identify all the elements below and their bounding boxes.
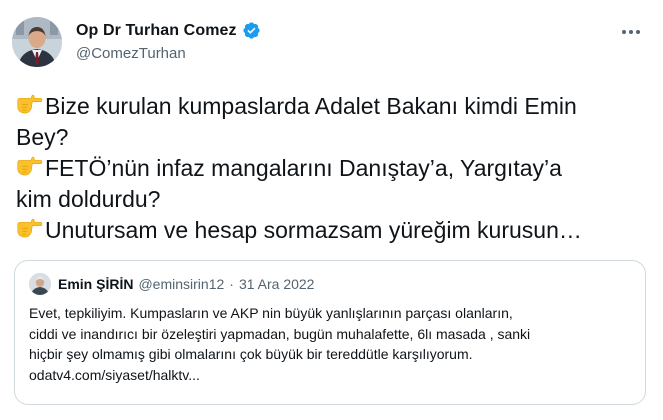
quoted-author-name[interactable]: Emin ŞİRİN [58,276,133,292]
author-display-name[interactable]: Op Dr Turhan Comez [76,22,237,40]
quoted-tweet-header: Emin ŞİRİN @eminsirin12 · 31 Ara 2022 [29,273,314,295]
pointing-right-emoji-icon [17,94,43,114]
quoted-tweet[interactable]: Emin ŞİRİN @eminsirin12 · 31 Ara 2022 Ev… [14,260,646,405]
author-name-row: Op Dr Turhan Comez [76,21,261,40]
quoted-tweet-line: hiçbir şey olmamış gibi olmalarını çok b… [29,346,473,362]
quoted-author-handle[interactable]: @eminsirin12 [138,276,224,292]
quoted-tweet-line: ciddi ve inandırıcı bir özeleştiri yapma… [29,325,531,342]
tweet-line-text: Bize kurulan kumpaslarda Adalet Bakanı k… [45,93,577,119]
pointing-right-emoji-icon [17,218,43,238]
tweet-line: kim doldurdu? [16,186,161,212]
quoted-tweet-link[interactable]: odatv4.com/siyaset/halktv... [29,365,633,386]
tweet-line: Bey? [16,124,69,150]
quoted-tweet-date[interactable]: 31 Ara 2022 [239,276,315,292]
tweet-line-text: Unutursam ve hesap sormazsam yüreğim kur… [45,217,582,243]
quoted-separator: · [229,276,234,292]
verified-badge-icon [242,21,261,40]
tweet-line: FETÖ’nün infaz mangalarını Danıştay’a, Y… [16,153,652,184]
tweet-text: Bize kurulan kumpaslarda Adalet Bakanı k… [16,91,652,246]
tweet-line: Bize kurulan kumpaslarda Adalet Bakanı k… [16,91,652,122]
tweet-card: Op Dr Turhan Comez @ComezTurhan Bize kur… [0,0,663,420]
more-options-icon[interactable] [619,20,643,44]
author-handle[interactable]: @ComezTurhan [76,45,186,62]
quoted-author-avatar[interactable] [29,273,51,295]
quoted-tweet-text: Evet, tepkiliyim. Kumpasların ve AKP nin… [29,303,633,385]
tweet-line-text: FETÖ’nün infaz mangalarını Danıştay’a, Y… [45,155,562,181]
pointing-right-emoji-icon [17,156,43,176]
quoted-tweet-line: Evet, tepkiliyim. Kumpasların ve AKP nin… [29,305,513,321]
tweet-line: Unutursam ve hesap sormazsam yüreğim kur… [16,215,652,246]
author-avatar[interactable] [12,17,62,67]
